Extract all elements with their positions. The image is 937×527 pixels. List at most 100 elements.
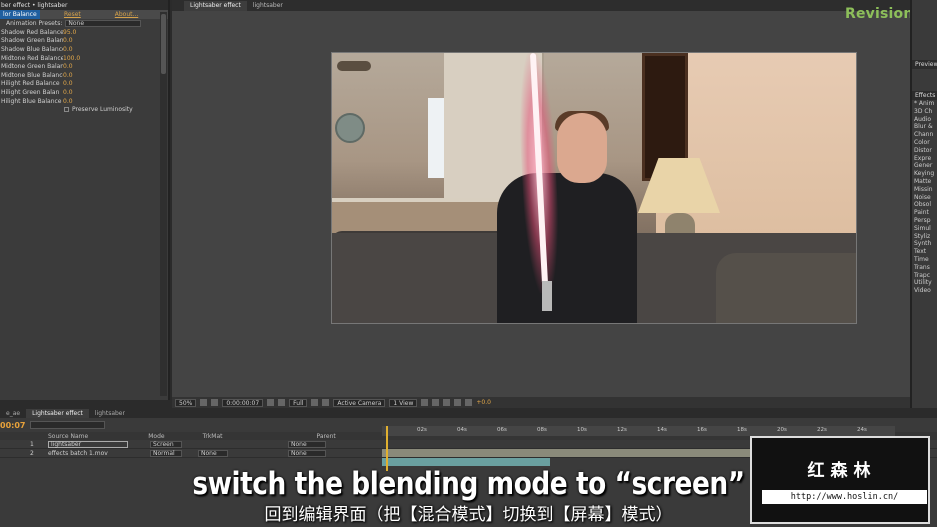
effect-category[interactable]: Styliz — [912, 233, 937, 241]
param-value[interactable]: 0.0 — [63, 98, 73, 105]
param-value[interactable]: 0.0 — [63, 89, 73, 96]
effect-category[interactable]: Trans — [912, 264, 937, 272]
col-source-name[interactable]: Source Name — [48, 433, 88, 440]
param-label: Hilight Red Balance — [1, 80, 60, 88]
timeline-tabs: e_ae Lightsaber effect lightsaber — [0, 408, 937, 418]
param-label: Midtone Blue Balance — [1, 71, 63, 79]
toggle-pixel-aspect-icon[interactable] — [421, 399, 429, 406]
param-value[interactable]: 0.0 — [63, 46, 73, 53]
safe-margins-icon[interactable] — [200, 399, 208, 406]
animation-presets-select[interactable]: None — [65, 20, 142, 27]
tab-lightsaber-timeline[interactable]: lightsaber — [89, 409, 131, 418]
param-value[interactable]: 0.0 — [63, 37, 73, 44]
composition-frame[interactable] — [331, 52, 857, 324]
effect-category[interactable]: Synth — [912, 240, 937, 248]
exposure-icon[interactable] — [465, 399, 473, 406]
param-value[interactable]: 100.0 — [63, 55, 80, 62]
exposure-value[interactable]: +0.0 — [476, 399, 491, 406]
camera-icon[interactable] — [267, 399, 275, 406]
param-value[interactable]: 0.0 — [63, 72, 73, 79]
comp-tabs: Lightsaber effect lightsaber — [172, 0, 910, 11]
effect-category[interactable]: Obsol — [912, 201, 937, 209]
effect-controls-panel: ber effect • lightsaber lor Balance Rese… — [0, 0, 170, 400]
effect-category[interactable]: * Anim — [912, 100, 937, 108]
ruler-tick: 20s — [777, 427, 787, 433]
transparency-grid-icon[interactable] — [322, 399, 330, 406]
effects-list: * Anim 3D Ch Audio Blur & Chann Color Di… — [912, 100, 937, 295]
effect-category[interactable]: 3D Ch — [912, 108, 937, 116]
preserve-luminosity-row[interactable]: Preserve Luminosity — [0, 105, 168, 114]
reset-link[interactable]: Reset — [64, 11, 81, 18]
col-parent[interactable]: Parent — [317, 433, 336, 440]
playhead[interactable] — [386, 426, 388, 471]
tab-e-ae[interactable]: e_ae — [0, 409, 26, 418]
tab-lightsaber-effect-timeline[interactable]: Lightsaber effect — [26, 409, 89, 418]
param-value[interactable]: 0.0 — [63, 80, 73, 87]
effect-category[interactable]: Matte — [912, 178, 937, 186]
layer-mode-select[interactable]: Normal — [150, 449, 182, 457]
tab-lightsaber-effect[interactable]: Lightsaber effect — [184, 1, 247, 11]
effect-category[interactable]: Distor — [912, 147, 937, 155]
layer-name[interactable]: effects batch 1.mov — [48, 450, 128, 457]
effect-controls-scrollbar[interactable] — [160, 12, 167, 396]
effect-category[interactable]: Missin — [912, 186, 937, 194]
param-row: Midtone Blue Balance 0.0 — [0, 71, 168, 80]
region-of-interest-icon[interactable] — [311, 399, 319, 406]
ruler-tick: 10s — [577, 427, 587, 433]
effect-category[interactable]: Blur & — [912, 123, 937, 131]
tab-lightsaber[interactable]: lightsaber — [247, 1, 289, 11]
effect-header-row[interactable]: lor Balance Reset About... — [0, 10, 168, 19]
param-row: Midtone Red Balance 100.0 — [0, 54, 168, 63]
view-layout-select[interactable]: 1 View — [389, 398, 418, 407]
timecode-field[interactable]: 0:00:00:07 — [222, 398, 264, 407]
col-mode[interactable]: Mode — [148, 433, 164, 440]
timeline-icon[interactable] — [443, 399, 451, 406]
effect-category[interactable]: Keying — [912, 170, 937, 178]
col-trkmat[interactable]: TrkMat — [203, 433, 223, 440]
param-value[interactable]: 95.0 — [63, 29, 76, 36]
effects-panel-header[interactable]: Effects — [912, 91, 937, 100]
preserve-luminosity-checkbox[interactable] — [64, 107, 69, 113]
effect-category[interactable]: Video — [912, 287, 937, 295]
effect-category[interactable]: Time — [912, 256, 937, 264]
color-channel-icon[interactable] — [278, 399, 286, 406]
timeline-timecode[interactable]: 00:07 — [0, 421, 30, 430]
layer-parent-select[interactable]: None — [288, 440, 326, 448]
layer-trkmat-select[interactable]: None — [198, 449, 228, 457]
time-ruler[interactable]: 02s 04s 06s 08s 10s 12s 14s 16s 18s 20s … — [382, 426, 895, 436]
flowchart-icon[interactable] — [454, 399, 462, 406]
about-link[interactable]: About... — [115, 11, 138, 18]
effect-category[interactable]: Color — [912, 139, 937, 147]
effect-category[interactable]: Expre — [912, 155, 937, 163]
couch-arm — [716, 253, 856, 323]
effect-category[interactable]: Persp — [912, 217, 937, 225]
layer-bar-effects-batch[interactable] — [382, 458, 550, 466]
param-value[interactable]: 0.0 — [63, 63, 73, 70]
effect-category[interactable]: Text — [912, 248, 937, 256]
effect-category[interactable]: Noise — [912, 194, 937, 202]
effect-category[interactable]: Chann — [912, 131, 937, 139]
layer-mode-select[interactable]: Screen — [150, 440, 182, 448]
snapshot-icon[interactable] — [211, 399, 219, 406]
effect-category[interactable]: Trapc — [912, 272, 937, 280]
effect-name[interactable]: lor Balance — [0, 10, 40, 19]
ruler-tick: 12s — [617, 427, 627, 433]
fast-previews-icon[interactable] — [432, 399, 440, 406]
person-torso — [497, 173, 637, 323]
zoom-select[interactable]: 50% — [175, 398, 197, 407]
effect-category[interactable]: Gener — [912, 162, 937, 170]
lightsaber-hilt — [542, 281, 552, 311]
camera-select[interactable]: Active Camera — [333, 398, 386, 407]
scrollbar-thumb[interactable] — [161, 14, 166, 74]
ruler-tick: 02s — [417, 427, 427, 433]
layer-search-input[interactable] — [30, 421, 105, 429]
resolution-select[interactable]: Full — [289, 398, 308, 407]
ruler-tick: 06s — [497, 427, 507, 433]
effect-category[interactable]: Paint — [912, 209, 937, 217]
effect-category[interactable]: Simul — [912, 225, 937, 233]
effect-category[interactable]: Audio — [912, 116, 937, 124]
layer-name[interactable]: lightsaber — [48, 440, 128, 448]
effect-category[interactable]: Utility — [912, 279, 937, 287]
layer-parent-select[interactable]: None — [288, 449, 326, 457]
preview-panel-header[interactable]: Preview — [912, 60, 937, 69]
